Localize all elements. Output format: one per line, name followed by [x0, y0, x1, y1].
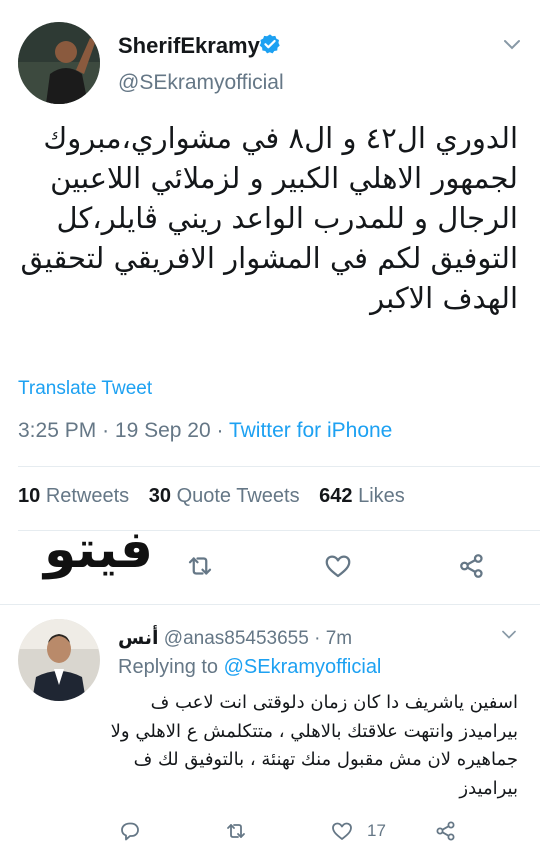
- retweet-icon[interactable]: [185, 551, 215, 581]
- reply-like-count: 17: [367, 821, 386, 840]
- meta-separator: ·: [216, 419, 229, 442]
- tweet-text: الدوري ال٤٢ و ال٨ في مشواري،مبروك لجمهور…: [20, 121, 518, 315]
- share-icon[interactable]: [457, 551, 487, 581]
- verified-badge-icon: [259, 33, 281, 55]
- reply-icon[interactable]: [118, 819, 142, 843]
- reply-age: 7m: [325, 628, 353, 649]
- retweet-icon[interactable]: [224, 819, 248, 843]
- divider: [18, 530, 540, 531]
- reply-display-name[interactable]: أنس: [118, 627, 159, 649]
- tweet-timestamp: 3:25 PM · 19 Sep 20 · Twitter for iPhone: [18, 419, 392, 443]
- reply-avatar[interactable]: [18, 619, 100, 701]
- watermark: فيتو: [44, 520, 155, 580]
- like-icon[interactable]: [330, 819, 354, 843]
- tweet-time[interactable]: 3:25 PM: [18, 419, 96, 442]
- retweets-stat[interactable]: 10 Retweets: [18, 485, 129, 507]
- main-tweet: SherifEkramy @SEkramyofficial الدوري ال٤…: [0, 0, 540, 605]
- translate-tweet-link[interactable]: Translate Tweet: [18, 378, 152, 400]
- reply-tweet[interactable]: أنس @anas85453655 · 7m Replying to @SEkr…: [0, 605, 540, 867]
- handle[interactable]: @SEkramyofficial: [118, 71, 284, 95]
- reply-text: اسفين ياشريف دا كان زمان دلوقتى انت لاعب…: [110, 692, 518, 799]
- display-name[interactable]: SherifEkramy: [118, 33, 260, 59]
- tweet-source[interactable]: Twitter for iPhone: [229, 419, 392, 442]
- reply-header: أنس @anas85453655 · 7m: [118, 627, 352, 650]
- meta-separator: ·: [102, 419, 115, 442]
- meta-separator: ·: [314, 628, 326, 649]
- engagement-stats: 10 Retweets 30 Quote Tweets 642 Likes: [18, 485, 419, 508]
- divider: [18, 466, 540, 467]
- chevron-down-icon[interactable]: [500, 629, 518, 641]
- replying-to: Replying to @SEkramyofficial: [118, 656, 381, 679]
- quote-tweets-stat[interactable]: 30 Quote Tweets: [149, 485, 300, 507]
- replying-mention[interactable]: @SEkramyofficial: [224, 656, 382, 678]
- replying-prefix: Replying to: [118, 656, 219, 678]
- like-icon[interactable]: [323, 551, 353, 581]
- avatar[interactable]: [18, 22, 100, 104]
- share-icon[interactable]: [434, 819, 458, 843]
- likes-stat[interactable]: 642 Likes: [319, 485, 405, 507]
- reply-handle[interactable]: @anas85453655: [164, 628, 309, 649]
- chevron-down-icon[interactable]: [502, 38, 522, 52]
- tweet-date[interactable]: 19 Sep 20: [115, 419, 211, 442]
